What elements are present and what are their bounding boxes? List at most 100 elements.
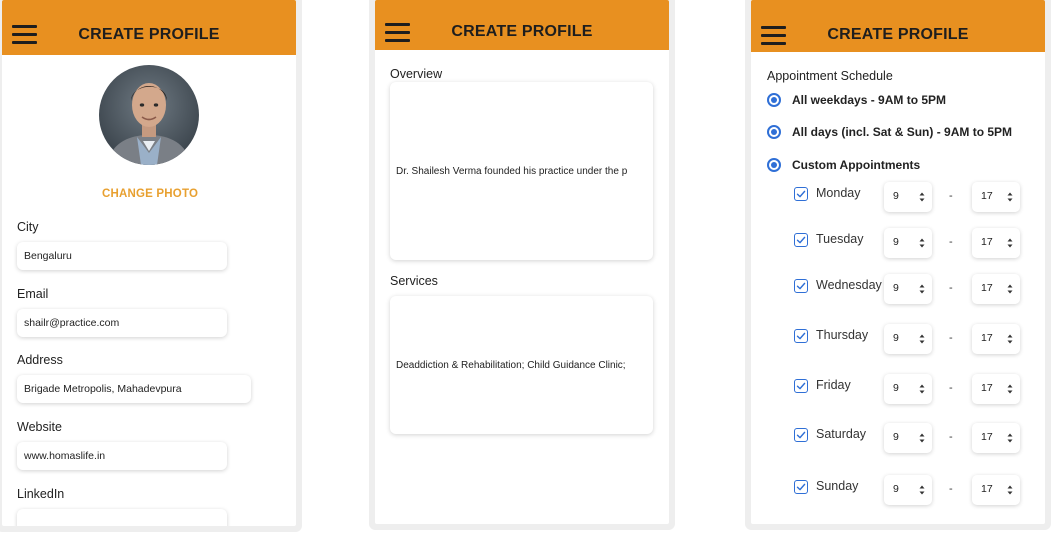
app-bar: CREATE PROFILE — [2, 0, 296, 55]
day-label: Wednesday — [816, 278, 882, 292]
day-row-saturday: Saturday 9 - 17 — [794, 421, 1034, 455]
profile-avatar — [99, 65, 199, 165]
start-hour-input[interactable]: 9 — [884, 228, 932, 258]
app-bar: CREATE PROFILE — [751, 0, 1045, 52]
day-label: Monday — [816, 186, 861, 200]
end-hour-input[interactable]: 17 — [972, 374, 1020, 404]
end-hour-value: 17 — [981, 382, 993, 394]
spinner-arrows-icon[interactable] — [919, 484, 925, 496]
spinner-arrows-icon[interactable] — [919, 333, 925, 345]
day-checkbox[interactable] — [794, 279, 808, 293]
spinner-arrows-icon[interactable] — [1007, 484, 1013, 496]
checkmark-icon — [796, 236, 806, 244]
option-custom[interactable]: Custom Appointments — [767, 158, 920, 172]
day-label: Saturday — [816, 427, 867, 441]
day-label: Thursday — [816, 328, 869, 342]
website-input[interactable]: www.homaslife.in — [17, 442, 227, 470]
page-title: CREATE PROFILE — [827, 26, 969, 43]
day-row-friday: Friday 9 - 17 — [794, 372, 1034, 406]
end-hour-input[interactable]: 17 — [972, 182, 1020, 212]
spinner-arrows-icon[interactable] — [919, 191, 925, 203]
end-hour-input[interactable]: 17 — [972, 475, 1020, 505]
address-label: Address — [17, 353, 63, 367]
spinner-arrows-icon[interactable] — [919, 237, 925, 249]
day-label: Tuesday — [816, 232, 864, 246]
start-hour-value: 9 — [893, 190, 899, 202]
email-label: Email — [17, 287, 49, 301]
profile-screen-schedule: CREATE PROFILE Appointment Schedule All … — [751, 0, 1045, 524]
spinner-arrows-icon[interactable] — [919, 383, 925, 395]
radio-button[interactable] — [767, 125, 781, 139]
start-hour-value: 9 — [893, 431, 899, 443]
day-label: Friday — [816, 378, 851, 392]
start-hour-input[interactable]: 9 — [884, 324, 932, 354]
time-separator: - — [949, 236, 953, 248]
spinner-arrows-icon[interactable] — [1007, 383, 1013, 395]
spinner-arrows-icon[interactable] — [1007, 191, 1013, 203]
email-input[interactable]: shailr@practice.com — [17, 309, 227, 337]
day-row-sunday: Sunday 9 - 17 — [794, 473, 1034, 507]
start-hour-input[interactable]: 9 — [884, 274, 932, 304]
spinner-arrows-icon[interactable] — [919, 432, 925, 444]
spinner-arrows-icon[interactable] — [1007, 333, 1013, 345]
start-hour-value: 9 — [893, 236, 899, 248]
end-hour-input[interactable]: 17 — [972, 423, 1020, 453]
checkmark-icon — [796, 431, 806, 439]
start-hour-value: 9 — [893, 282, 899, 294]
day-row-monday: Monday 9 - 17 — [794, 180, 1034, 214]
website-label: Website — [17, 420, 62, 434]
time-separator: - — [949, 483, 953, 495]
day-row-wednesday: Wednesday 9 - 17 — [794, 272, 1034, 306]
end-hour-input[interactable]: 17 — [972, 324, 1020, 354]
option-all-days[interactable]: All days (incl. Sat & Sun) - 9AM to 5PM — [767, 125, 1012, 139]
page-title: CREATE PROFILE — [78, 26, 220, 43]
change-photo-link[interactable]: CHANGE PHOTO — [102, 188, 198, 200]
option-label: Custom Appointments — [792, 158, 921, 172]
end-hour-value: 17 — [981, 431, 993, 443]
services-label: Services — [390, 274, 438, 288]
option-weekdays[interactable]: All weekdays - 9AM to 5PM — [767, 93, 946, 107]
day-checkbox[interactable] — [794, 233, 808, 247]
schedule-label: Appointment Schedule — [767, 69, 893, 83]
start-hour-input[interactable]: 9 — [884, 475, 932, 505]
spinner-arrows-icon[interactable] — [1007, 237, 1013, 249]
day-checkbox[interactable] — [794, 480, 808, 494]
time-separator: - — [949, 431, 953, 443]
start-hour-value: 9 — [893, 332, 899, 344]
end-hour-value: 17 — [981, 483, 993, 495]
day-row-thursday: Thursday 9 - 17 — [794, 322, 1034, 356]
day-label: Sunday — [816, 479, 859, 493]
start-hour-input[interactable]: 9 — [884, 374, 932, 404]
end-hour-value: 17 — [981, 190, 993, 202]
day-checkbox[interactable] — [794, 379, 808, 393]
option-label: All days (incl. Sat & Sun) - 9AM to 5PM — [792, 125, 1013, 139]
app-bar: CREATE PROFILE — [375, 0, 669, 50]
end-hour-value: 17 — [981, 282, 993, 294]
profile-screen-about: CREATE PROFILE Overview Dr. Shailesh Ver… — [375, 0, 669, 524]
checkmark-icon — [796, 332, 806, 340]
spinner-arrows-icon[interactable] — [1007, 432, 1013, 444]
day-checkbox[interactable] — [794, 329, 808, 343]
linkedin-label: LinkedIn — [17, 487, 65, 501]
spinner-arrows-icon[interactable] — [1007, 283, 1013, 295]
day-checkbox[interactable] — [794, 187, 808, 201]
radio-button[interactable] — [767, 158, 781, 172]
spinner-arrows-icon[interactable] — [919, 283, 925, 295]
radio-button[interactable] — [767, 93, 781, 107]
checkmark-icon — [796, 190, 806, 198]
time-separator: - — [949, 282, 953, 294]
end-hour-input[interactable]: 17 — [972, 274, 1020, 304]
start-hour-input[interactable]: 9 — [884, 423, 932, 453]
city-input[interactable]: Bengaluru — [17, 242, 227, 270]
linkedin-input[interactable] — [17, 509, 227, 526]
address-input[interactable]: Brigade Metropolis, Mahadevpura — [17, 375, 251, 403]
start-hour-value: 9 — [893, 382, 899, 394]
page-title: CREATE PROFILE — [451, 23, 593, 40]
day-checkbox[interactable] — [794, 428, 808, 442]
overview-textarea[interactable]: Dr. Shailesh Verma founded his practice … — [390, 82, 653, 260]
avatar-photo — [99, 65, 199, 165]
start-hour-input[interactable]: 9 — [884, 182, 932, 212]
end-hour-input[interactable]: 17 — [972, 228, 1020, 258]
option-label: All weekdays - 9AM to 5PM — [792, 93, 947, 107]
services-textarea[interactable]: Deaddiction & Rehabilitation; Child Guid… — [390, 296, 653, 434]
